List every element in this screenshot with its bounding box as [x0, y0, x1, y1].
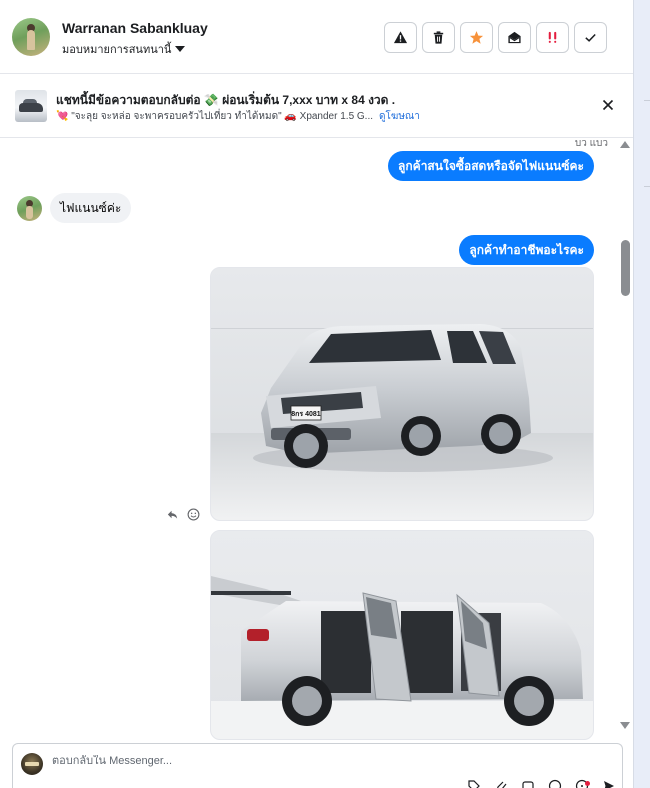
contact-avatar[interactable] [12, 18, 50, 56]
ad-subtitle: 💘 "จะลุย จะหล่อ จะพาครอบครัวไปเที่ยว ทำไ… [56, 109, 420, 124]
reply-input[interactable] [52, 755, 432, 767]
car-photo-side[interactable] [210, 530, 594, 740]
right-sidebar-edge [633, 0, 650, 788]
ad-title: แชทนี้มีข้อความตอบกลับต่อ 💸 ผ่อนเริ่มต้น… [56, 93, 396, 107]
reply-icon[interactable] [166, 508, 179, 521]
composer-toolbar [467, 779, 616, 788]
scroll-up-arrow[interactable] [620, 141, 630, 148]
incoming-message[interactable]: ไฟแนนซ์ค่ะ [50, 193, 132, 223]
ad-description: 💘 "จะลุย จะหล่อ จะพาครอบครัวไปเที่ยว ทำไ… [56, 111, 374, 122]
message-tools [166, 508, 200, 521]
double-exclamation-icon [548, 31, 557, 43]
star-icon [469, 31, 484, 44]
warning-icon [393, 31, 408, 44]
mark-unread-button[interactable] [498, 22, 531, 53]
emoji-reaction-icon[interactable] [187, 508, 200, 521]
close-icon[interactable] [601, 98, 615, 112]
follow-up-button[interactable] [460, 22, 493, 53]
attachment-icon[interactable] [494, 779, 508, 788]
delete-button[interactable] [422, 22, 455, 53]
trash-icon [433, 31, 444, 44]
emoji-icon[interactable] [548, 779, 562, 788]
report-spam-button[interactable] [384, 22, 417, 53]
scrollbar-thumb[interactable] [621, 240, 630, 296]
outgoing-message[interactable]: ลูกค้าทำอาชีพอะไรคะ [459, 235, 594, 265]
conversation-actions [384, 22, 607, 53]
envelope-open-icon [508, 31, 521, 44]
car-front-image: 8กร 4081 [211, 268, 593, 520]
ad-context-bar: แชทนี้มีข้อความตอบกลับต่อ 💸 ผ่อนเริ่มต้น… [0, 74, 633, 138]
saved-reply-icon[interactable] [521, 779, 535, 788]
contact-avatar-small [17, 196, 42, 221]
outgoing-message[interactable]: ลูกค้าสนใจซื้อสดหรือจัดไฟแนนซ์คะ [388, 151, 594, 181]
car-side-image [211, 531, 593, 739]
seen-indicator: บว แบว [574, 138, 608, 149]
tag-icon[interactable] [467, 779, 481, 788]
conversation-panel: Warranan Sabankluay มอบหมายการสนทนานี้ แ… [0, 0, 633, 788]
important-button[interactable] [536, 22, 569, 53]
assign-conversation-dropdown[interactable]: มอบหมายการสนทนานี้ [62, 40, 186, 58]
notification-dot [585, 781, 590, 786]
check-icon [585, 33, 596, 42]
license-plate: 8กร 4081 [291, 411, 321, 418]
ad-thumbnail[interactable] [15, 90, 47, 122]
assign-label: มอบหมายการสนทนานี้ [62, 44, 172, 56]
car-photo-front[interactable]: 8กร 4081 [210, 267, 594, 521]
conversation-header: Warranan Sabankluay มอบหมายการสนทนานี้ [0, 0, 633, 74]
scroll-down-arrow[interactable] [620, 722, 630, 729]
contact-name[interactable]: Warranan Sabankluay [62, 20, 208, 36]
send-icon[interactable] [602, 779, 616, 788]
reply-composer [12, 743, 623, 788]
chevron-down-icon [175, 46, 186, 52]
page-avatar [21, 753, 43, 775]
view-ad-link[interactable]: ดูโฆษณา [379, 111, 420, 122]
mark-done-button[interactable] [574, 22, 607, 53]
